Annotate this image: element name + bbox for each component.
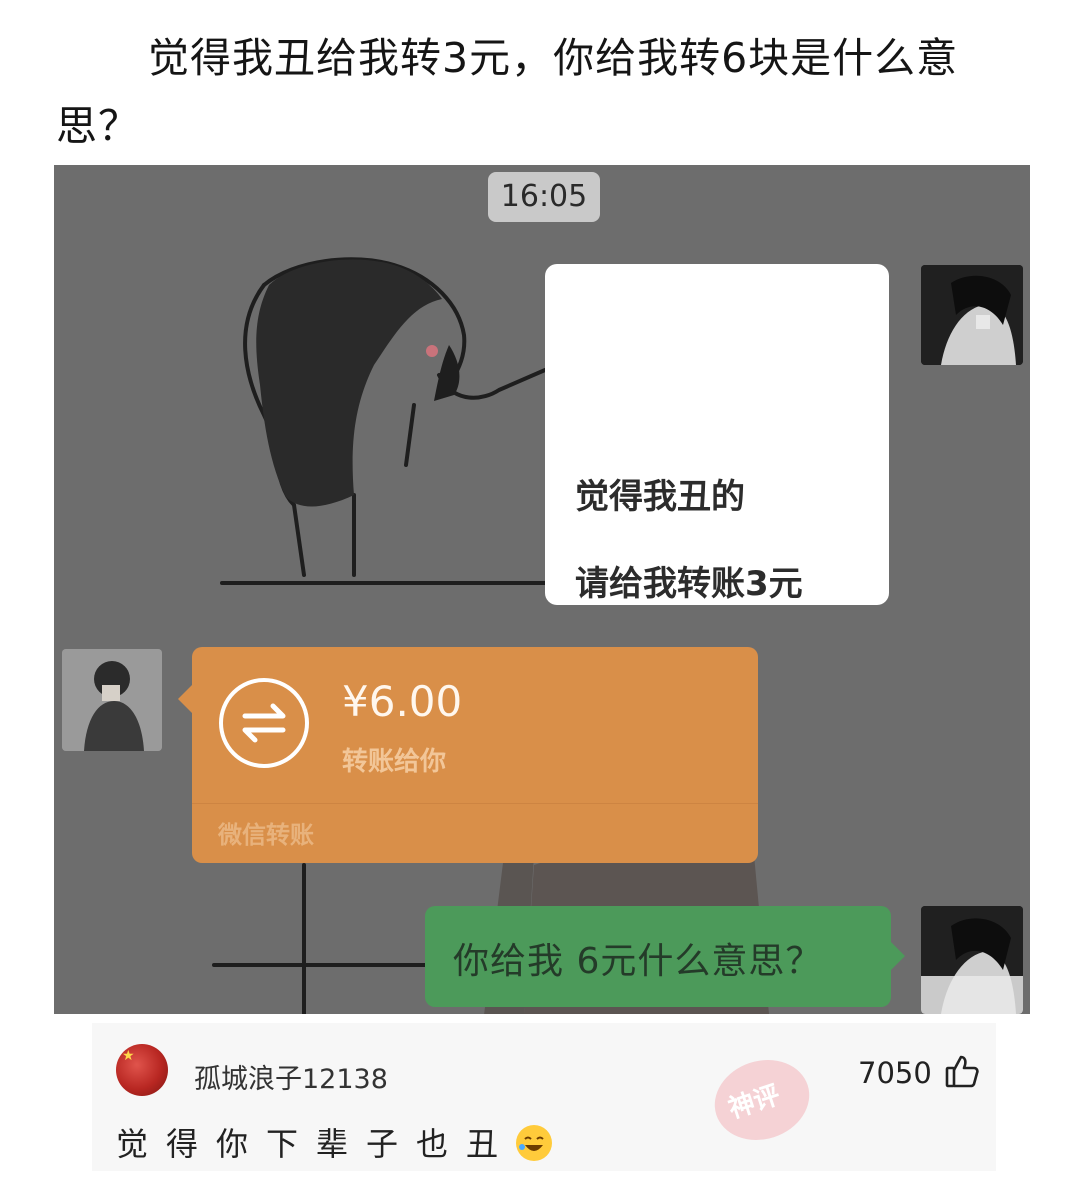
stamp-label: 神评 bbox=[725, 1080, 784, 1125]
sent-message-bubble[interactable]: 你给我 6元什么意思？ bbox=[425, 906, 905, 1007]
sent-message-text: 你给我 6元什么意思？ bbox=[453, 941, 823, 982]
comment-card: ★ 孤城浪子12138 神评 7050 觉得你下辈子也丑 bbox=[92, 1023, 996, 1171]
avatar-art bbox=[921, 265, 1023, 365]
transfer-arrows-icon bbox=[219, 678, 309, 768]
comment-username[interactable]: 孤城浪子12138 bbox=[194, 1057, 388, 1096]
transfer-description: 转账给你 bbox=[342, 747, 447, 777]
commenter-avatar[interactable]: ★ bbox=[116, 1044, 168, 1096]
star-icon: ★ bbox=[122, 1048, 135, 1064]
sender-avatar[interactable] bbox=[921, 906, 1023, 1014]
transfer-card[interactable]: ¥6.00 转账给你 微信转账 bbox=[178, 647, 758, 863]
chat-timestamp: 16:05 bbox=[488, 172, 600, 222]
comment-body: 觉得你下辈子也丑 bbox=[116, 1125, 517, 1163]
comment-text: 觉得你下辈子也丑 bbox=[116, 1119, 553, 1165]
transfer-brand: 微信转账 bbox=[218, 821, 314, 849]
transfer-amount: ¥6.00 bbox=[342, 677, 463, 726]
chat-screenshot: 16:05 觉得我丑的 请给我转账3元 ¥6.00 转账给你 微信转账 你给我 … bbox=[54, 165, 1030, 1014]
featured-comment-stamp: 神评 bbox=[704, 1048, 820, 1152]
divider bbox=[192, 803, 758, 804]
recipient-avatar[interactable] bbox=[62, 649, 162, 751]
sender-avatar[interactable] bbox=[921, 265, 1023, 365]
message-line-1: 觉得我丑的 bbox=[575, 477, 745, 517]
avatar-art bbox=[62, 649, 162, 751]
rolling-laughing-emoji-icon bbox=[516, 1125, 553, 1161]
thumbs-up-icon[interactable] bbox=[944, 1053, 980, 1089]
like-count: 7050 bbox=[858, 1056, 932, 1090]
avatar-art bbox=[921, 906, 1023, 1014]
message-line-2: 请给我转账3元 bbox=[575, 564, 803, 604]
post-title: 觉得我丑给我转3元，你给我转6块是什么意思？ bbox=[56, 34, 959, 150]
received-message-bubble[interactable]: 觉得我丑的 请给我转账3元 bbox=[545, 264, 889, 605]
